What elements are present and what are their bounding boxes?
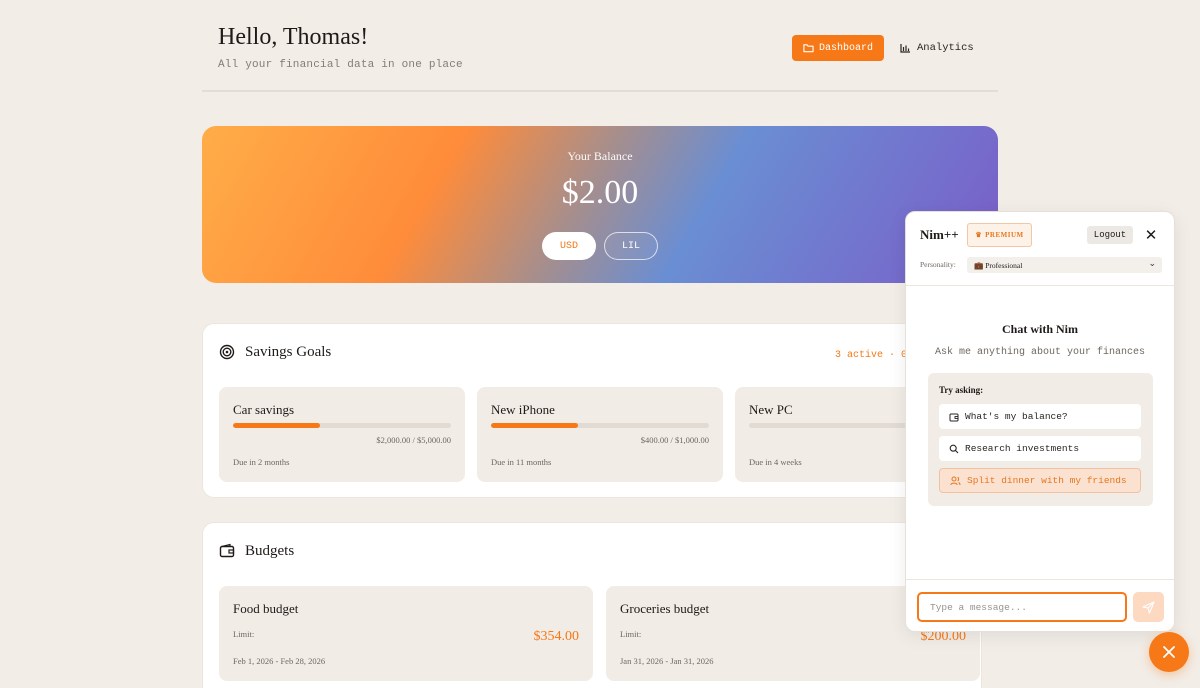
analytics-label: Analytics bbox=[917, 42, 974, 54]
goal-amount: $400.00 / $1,000.00 bbox=[640, 435, 709, 445]
chat-header: Nim++ ♛ PREMIUM Logout ✕ Personality: 💼 … bbox=[906, 212, 1174, 286]
budget-limit-label: Limit: bbox=[620, 629, 642, 639]
goal-card-iphone[interactable]: New iPhone $400.00 / $1,000.00 Due in 11… bbox=[477, 387, 723, 482]
message-input[interactable]: Type a message... bbox=[917, 592, 1127, 622]
savings-goals-title: Savings Goals bbox=[245, 344, 332, 360]
premium-label: PREMIUM bbox=[985, 231, 1024, 239]
suggestion-text: What's my balance? bbox=[965, 411, 1068, 422]
logout-button[interactable]: Logout bbox=[1087, 226, 1133, 244]
target-icon bbox=[219, 344, 235, 360]
analytics-button[interactable]: Analytics bbox=[900, 35, 974, 61]
suggestion-text: Split dinner with my friends bbox=[967, 475, 1127, 486]
try-asking-label: Try asking: bbox=[939, 385, 984, 395]
savings-goals-card: Savings Goals 3 active · 0 Car savings $… bbox=[202, 323, 982, 498]
budget-card-food[interactable]: Food budget Limit: $354.00 Feb 1, 2026 -… bbox=[219, 586, 593, 681]
dashboard-button[interactable]: Dashboard bbox=[792, 35, 884, 61]
budget-dates: Jan 31, 2026 - Jan 31, 2026 bbox=[620, 656, 714, 666]
message-placeholder: Type a message... bbox=[930, 601, 1027, 613]
chat-footer: Type a message... bbox=[906, 579, 1174, 631]
goal-progress-bar bbox=[491, 423, 709, 428]
wallet-icon bbox=[949, 413, 959, 421]
premium-badge: ♛ PREMIUM bbox=[967, 223, 1032, 247]
goal-name: New PC bbox=[749, 402, 793, 417]
chevron-down-icon: ⌄ bbox=[1148, 259, 1156, 269]
balance-label: Your Balance bbox=[567, 149, 633, 163]
crown-icon: ♛ bbox=[975, 231, 983, 239]
goal-progress-fill bbox=[233, 423, 321, 428]
goal-name: Car savings bbox=[233, 402, 295, 417]
suggestion-balance[interactable]: What's my balance? bbox=[939, 404, 1141, 429]
personality-value: 💼 Professional bbox=[974, 260, 1023, 270]
budget-name: Groceries budget bbox=[620, 601, 710, 616]
close-icon bbox=[1163, 646, 1175, 658]
goal-name: New iPhone bbox=[491, 402, 555, 417]
greeting-subtitle: All your financial data in one place bbox=[218, 59, 463, 71]
suggestion-research[interactable]: Research investments bbox=[939, 436, 1141, 461]
goal-due: Due in 11 months bbox=[491, 457, 552, 467]
users-icon bbox=[950, 476, 961, 485]
close-icon[interactable]: ✕ bbox=[1144, 227, 1158, 243]
dashboard-label: Dashboard bbox=[818, 42, 873, 54]
goal-due: Due in 4 weeks bbox=[749, 457, 802, 467]
chat-title: Nim++ bbox=[920, 227, 959, 242]
budget-amount: $354.00 bbox=[533, 629, 580, 644]
balance-amount: $2.00 bbox=[561, 174, 639, 211]
chat-panel: Nim++ ♛ PREMIUM Logout ✕ Personality: 💼 … bbox=[905, 211, 1175, 632]
chat-toggle-close-button[interactable] bbox=[1149, 632, 1189, 672]
bar-chart-icon bbox=[900, 44, 910, 53]
budget-name: Food budget bbox=[233, 601, 299, 616]
savings-count: 3 active · 0 bbox=[835, 350, 908, 361]
greeting-title: Hello, Thomas! bbox=[218, 24, 369, 50]
send-button[interactable] bbox=[1133, 592, 1164, 622]
goal-card-car[interactable]: Car savings $2,000.00 / $5,000.00 Due in… bbox=[219, 387, 465, 482]
chat-heading: Chat with Nim bbox=[1001, 322, 1078, 336]
budgets-title: Budgets bbox=[245, 543, 295, 559]
suggestion-text: Research investments bbox=[965, 443, 1080, 454]
goal-due: Due in 2 months bbox=[233, 457, 290, 467]
suggestions-box: Try asking: What's my balance? Research … bbox=[928, 373, 1153, 506]
send-icon bbox=[1142, 600, 1155, 614]
budget-limit-label: Limit: bbox=[233, 629, 255, 639]
balance-card: Your Balance $2.00 USD LIL bbox=[202, 126, 998, 283]
goal-amount: $2,000.00 / $5,000.00 bbox=[376, 435, 451, 445]
goal-progress-bar bbox=[233, 423, 451, 428]
budgets-card: Budgets Food budget Limit: $354.00 Feb 1… bbox=[202, 522, 982, 688]
personality-select[interactable]: 💼 Professional ⌄ bbox=[967, 257, 1162, 273]
chat-subheading: Ask me anything about your finances bbox=[934, 347, 1146, 358]
page-header: Hello, Thomas! All your financial data i… bbox=[202, 0, 998, 92]
goal-progress-fill bbox=[491, 423, 579, 428]
search-icon bbox=[949, 444, 959, 453]
personality-label: Personality: bbox=[920, 260, 956, 269]
wallet-icon bbox=[219, 543, 235, 558]
currency-usd-button[interactable]: USD bbox=[542, 232, 596, 260]
budget-dates: Feb 1, 2026 - Feb 28, 2026 bbox=[233, 656, 326, 666]
suggestion-split-dinner[interactable]: Split dinner with my friends bbox=[939, 468, 1141, 493]
currency-lil-button[interactable]: LIL bbox=[604, 232, 658, 260]
folder-icon bbox=[803, 44, 814, 53]
